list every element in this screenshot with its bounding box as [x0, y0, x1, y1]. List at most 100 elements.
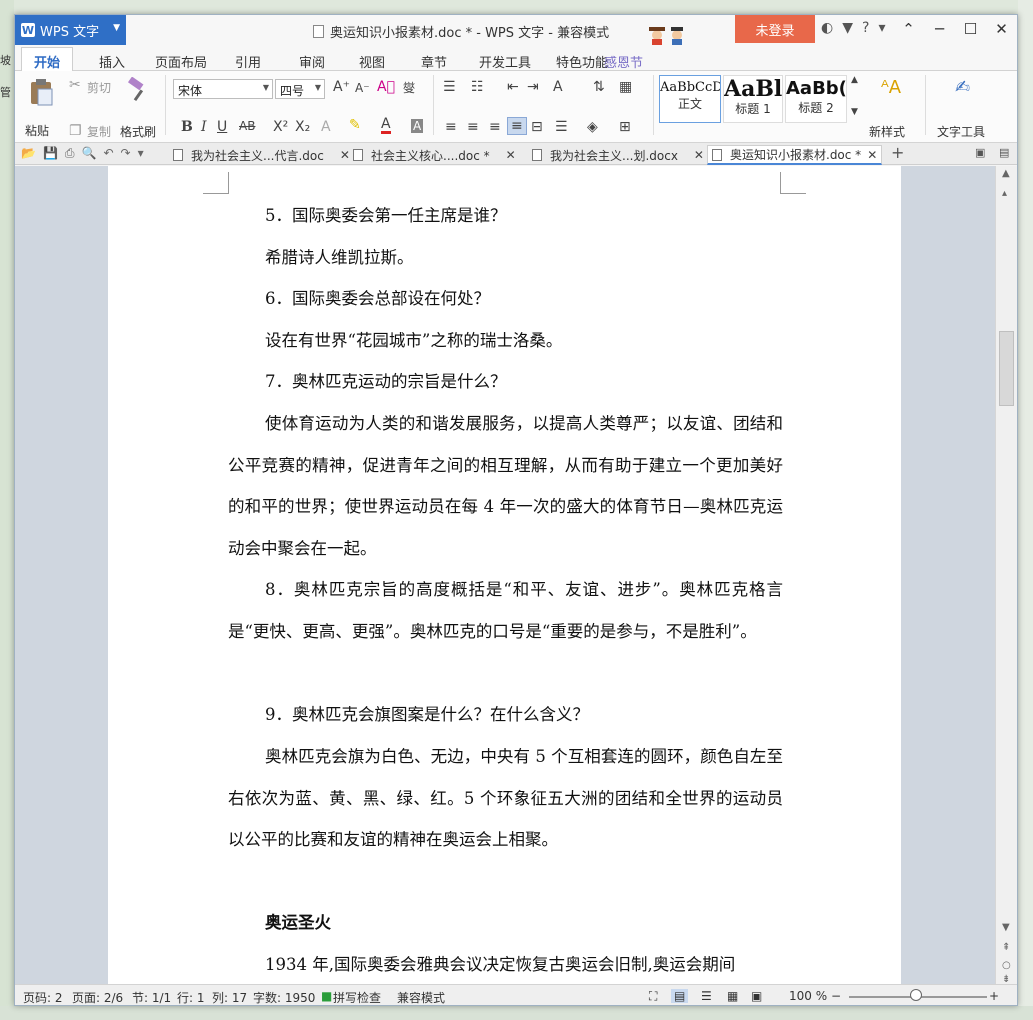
document-page[interactable]: 5．国际奥委会第一任主席是谁？ 希腊诗人维凯拉斯。 6．国际奥委会总部设在何处？…: [108, 166, 901, 984]
status-word-count[interactable]: 字数: 1950: [253, 989, 315, 1005]
tab-references[interactable]: 引用: [235, 52, 261, 71]
font-name-select[interactable]: 宋体 ▼: [173, 79, 273, 99]
char-shading-icon[interactable]: A: [411, 119, 424, 133]
text-tools-button[interactable]: 文字工具: [937, 123, 985, 140]
maximize-icon[interactable]: ☐: [955, 15, 986, 43]
scrollbar-thumb[interactable]: [999, 331, 1014, 406]
close-icon[interactable]: ✕: [694, 148, 704, 162]
tab-page-layout[interactable]: 页面布局: [155, 52, 207, 71]
bullet-list-icon[interactable]: ☰: [443, 79, 456, 95]
tab-home[interactable]: 开始: [21, 47, 74, 72]
close-icon[interactable]: ✕: [986, 15, 1017, 43]
shrink-font-icon[interactable]: A⁻: [355, 81, 370, 95]
strikethrough-icon[interactable]: AB: [239, 119, 255, 133]
style-heading-2[interactable]: AaBb( 标题 2: [785, 75, 847, 123]
select-browse-icon[interactable]: ○: [1002, 960, 1011, 971]
change-case-icon[interactable]: A: [553, 79, 563, 95]
styles-scroll-up-icon[interactable]: ▲: [851, 75, 858, 85]
save-icon[interactable]: 💾: [43, 146, 58, 161]
outline-view-icon[interactable]: ☰: [701, 989, 712, 1003]
clear-format-icon[interactable]: A⃠: [377, 79, 395, 95]
zoom-slider-knob[interactable]: [910, 989, 922, 1001]
tab-list-icon[interactable]: ▣: [975, 146, 985, 159]
cut-button[interactable]: 剪切: [87, 79, 111, 96]
decrease-indent-icon[interactable]: ⇤: [507, 79, 519, 95]
font-color-icon[interactable]: A: [381, 117, 391, 134]
skin-icon[interactable]: ▼: [842, 20, 853, 36]
scroll-up-icon[interactable]: ▲: [1002, 168, 1010, 179]
style-normal[interactable]: AaBbCcD 正文: [659, 75, 721, 123]
justify-icon[interactable]: ≡: [507, 117, 527, 135]
paste-icon[interactable]: [29, 77, 55, 107]
new-tab-icon[interactable]: +: [891, 143, 904, 162]
align-center-icon[interactable]: ≡: [467, 119, 479, 135]
dropdown-icon[interactable]: ▾: [878, 20, 885, 36]
copy-button[interactable]: 复制: [87, 123, 111, 140]
subscript-icon[interactable]: X₂: [295, 119, 310, 135]
tab-insert[interactable]: 插入: [99, 52, 125, 71]
doc-tab[interactable]: 社会主义核心....doc * ✕: [353, 145, 516, 165]
minimize-icon[interactable]: ─: [924, 15, 955, 43]
print-preview-icon[interactable]: 🔍: [82, 146, 97, 161]
tab-window-icon[interactable]: ▤: [999, 146, 1009, 159]
close-icon[interactable]: ✕: [867, 148, 877, 162]
format-painter-button[interactable]: 格式刷: [120, 123, 156, 140]
login-button[interactable]: 未登录: [735, 15, 815, 43]
vertical-scrollbar[interactable]: ▲ ▴ ▼ ⇞ ○ ⇟: [995, 166, 1017, 985]
prev-page-icon[interactable]: ⇞: [1002, 942, 1010, 953]
feedback-icon[interactable]: ◐: [821, 20, 833, 36]
zoom-level[interactable]: 100 %: [789, 989, 827, 1003]
highlight-icon[interactable]: ✎: [349, 117, 361, 133]
doc-tab-active[interactable]: 奥运知识小报素材.doc * ✕: [707, 145, 883, 165]
sort-icon[interactable]: ⇅: [593, 79, 605, 95]
help-icon[interactable]: ?: [862, 20, 869, 36]
line-spacing-icon[interactable]: ☰: [555, 119, 568, 135]
page-view-icon[interactable]: ▤: [671, 989, 689, 1003]
status-pages[interactable]: 页面: 2/6: [72, 989, 123, 1005]
tab-view[interactable]: 视图: [359, 52, 385, 71]
tab-review[interactable]: 审阅: [299, 52, 325, 71]
undo-icon[interactable]: ↶: [103, 146, 113, 161]
paste-button[interactable]: 粘贴: [25, 122, 49, 139]
superscript-icon[interactable]: X²: [273, 119, 288, 135]
underline-icon[interactable]: U: [217, 119, 227, 135]
close-icon[interactable]: ✕: [506, 148, 516, 162]
table-border-icon[interactable]: ▦: [619, 79, 632, 95]
align-left-icon[interactable]: ≡: [445, 119, 457, 135]
distributed-icon[interactable]: ⊟: [531, 119, 543, 135]
scroll-top-icon[interactable]: ▴: [1002, 188, 1007, 199]
scroll-down-icon[interactable]: ▼: [1002, 922, 1010, 933]
wps-app-menu-button[interactable]: W WPS 文字 ▼: [15, 15, 126, 45]
phonetic-icon[interactable]: 燮: [403, 79, 415, 96]
reading-view-icon[interactable]: ▣: [751, 989, 762, 1003]
tab-special-features[interactable]: 特色功能: [556, 52, 608, 71]
grow-font-icon[interactable]: A⁺: [333, 79, 350, 95]
doc-tab[interactable]: 我为社会主义...划.docx ✕: [532, 145, 704, 165]
spell-check-button[interactable]: 拼写检查: [333, 989, 381, 1005]
print-icon[interactable]: ⎙: [65, 146, 75, 161]
zoom-out-icon[interactable]: −: [831, 989, 841, 1003]
italic-icon[interactable]: I: [201, 119, 207, 135]
doc-tab[interactable]: 我为社会主义...代言.doc ✕: [173, 145, 350, 165]
new-style-button[interactable]: 新样式: [869, 123, 905, 140]
numbered-list-icon[interactable]: ☷: [471, 79, 484, 95]
open-icon[interactable]: 📂: [21, 146, 36, 161]
web-view-icon[interactable]: ▦: [727, 989, 738, 1003]
increase-indent-icon[interactable]: ⇥: [527, 79, 539, 95]
text-effect-icon[interactable]: A: [321, 119, 331, 135]
collapse-ribbon-icon[interactable]: ⌃: [893, 15, 924, 43]
styles-more-icon[interactable]: ▼: [851, 107, 858, 117]
tab-developer[interactable]: 开发工具: [479, 52, 531, 71]
full-screen-view-icon[interactable]: ⛶: [649, 989, 657, 1004]
borders-icon[interactable]: ⊞: [619, 119, 631, 135]
redo-icon[interactable]: ↷: [121, 146, 131, 161]
tab-chapter[interactable]: 章节: [421, 52, 447, 71]
zoom-in-icon[interactable]: +: [989, 989, 999, 1003]
bold-icon[interactable]: B: [181, 119, 193, 135]
align-right-icon[interactable]: ≡: [489, 119, 501, 135]
style-heading-1[interactable]: AaBl 标题 1: [723, 75, 783, 123]
tab-thanksgiving[interactable]: 感恩节: [604, 52, 643, 71]
customize-icon[interactable]: ▾: [138, 146, 144, 161]
font-size-select[interactable]: 四号 ▼: [275, 79, 325, 99]
close-icon[interactable]: ✕: [340, 148, 350, 162]
